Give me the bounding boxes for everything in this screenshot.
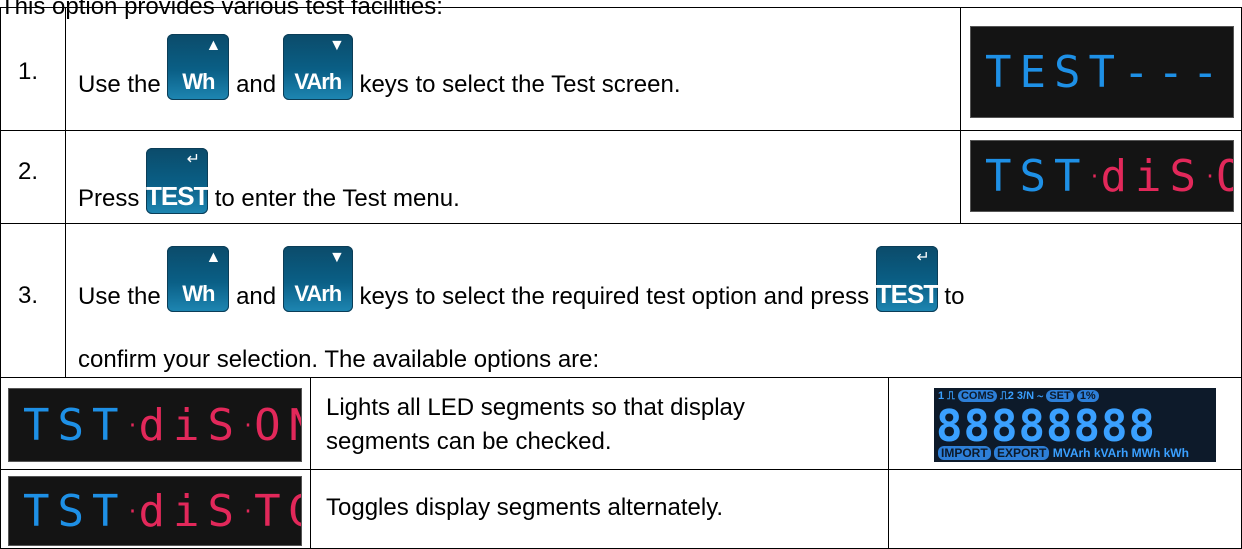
varh-key-icon: ▼ VArh	[282, 34, 353, 100]
step-text: keys to select the required test option …	[359, 283, 870, 310]
option-1-line1: Lights all LED segments so that display	[326, 394, 745, 421]
lcd-dis-on-option: TST·diS·ON	[8, 388, 302, 462]
down-arrow-icon: ▼	[328, 37, 345, 54]
segment-digits: 88888888	[936, 401, 1156, 452]
step-text: to	[944, 283, 965, 310]
step-text: keys to select the Test screen.	[359, 71, 681, 98]
step-text: to enter the Test menu.	[214, 185, 460, 212]
option-2-text: Toggles display segments alternately.	[326, 494, 724, 521]
step-text: Use the	[78, 283, 161, 310]
step-text: Use the	[78, 71, 161, 98]
test-key-icon: ↵ TEST	[875, 246, 939, 312]
lcd-dis-on-header: TST·diS·ON	[970, 140, 1234, 212]
enter-icon: ↵	[916, 249, 930, 266]
step-text: Press	[78, 185, 140, 212]
up-arrow-icon: ▲	[205, 37, 222, 54]
segment-units: IMPORT EXPORT MVArh kVArh MWh kWh	[938, 446, 1189, 460]
step-text: and	[236, 71, 277, 98]
intro-text: This option provides various test facili…	[0, 0, 443, 20]
step-number: 2.	[18, 158, 39, 185]
step-number: 3.	[18, 282, 39, 309]
step-text: and	[236, 283, 277, 310]
wh-key-icon: ▲ Wh	[167, 34, 230, 100]
lcd-test-screen: TEST----	[970, 26, 1234, 118]
step-2-text: Press ↵ TEST to enter the Test menu.	[78, 148, 460, 214]
varh-key-icon: ▼ VArh	[282, 246, 353, 312]
step-1-text: Use the ▲ Wh and ▼ VArh keys to select the…	[78, 34, 681, 100]
down-arrow-icon: ▼	[328, 249, 345, 266]
up-arrow-icon: ▲	[205, 249, 222, 266]
all-segments-display: 1 ⎍ COMS ⎍2 3/N ∼ SET 1% 88888888 IMPORT…	[934, 388, 1216, 462]
lcd-dis-tg-option: TST·diS·TG	[8, 476, 302, 546]
option-1-line2: segments can be checked.	[326, 428, 612, 455]
step-3-line2: confirm your selection. The available op…	[78, 346, 600, 373]
step-3-text: Use the ▲ Wh and ▼ VArh keys to select the…	[78, 246, 964, 312]
enter-icon: ↵	[186, 151, 201, 168]
test-key-icon: ↵ TEST	[146, 148, 209, 214]
wh-key-icon: ▲ Wh	[167, 246, 230, 312]
step-number: 1.	[18, 58, 39, 85]
